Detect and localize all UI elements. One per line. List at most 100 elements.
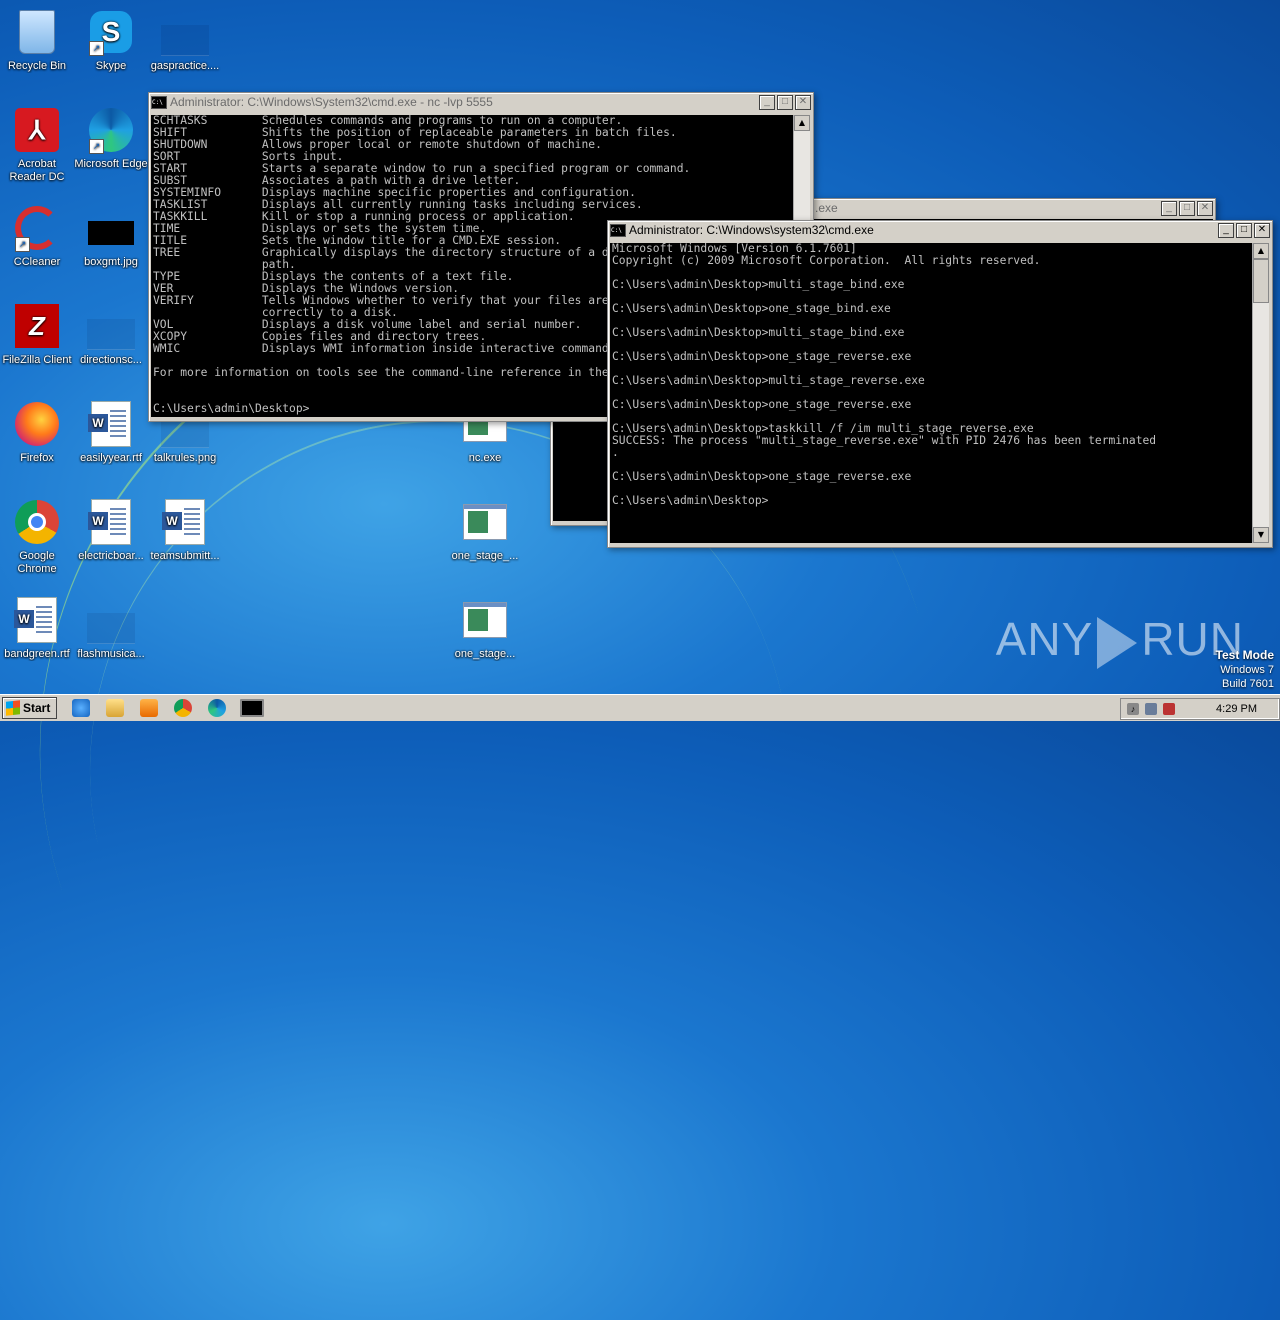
desktop-icon-acrobat[interactable]: ⅄ Acrobat Reader DC — [0, 106, 74, 184]
vertical-scrollbar[interactable]: ▲ ▼ — [1252, 243, 1269, 543]
scroll-up-button[interactable]: ▲ — [1253, 243, 1269, 259]
test-mode-line1: Test Mode — [1215, 648, 1274, 662]
anyrun-watermark: ANY RUN — [996, 612, 1244, 669]
desktop-icon-label: Firefox — [20, 452, 54, 464]
desktop-icon-label: bandgreen.rtf — [4, 648, 70, 660]
desktop-icon-label: FileZilla Client — [2, 354, 72, 366]
recycle-bin-icon — [19, 10, 55, 54]
desktop-icon-one-stage-2[interactable]: one_stage... — [448, 596, 522, 661]
watermark-left: ANY — [995, 613, 1094, 665]
desktop-icon-label: nc.exe — [468, 452, 502, 464]
desktop-icon-boxgmt[interactable]: boxgmt.jpg — [74, 204, 148, 269]
close-button[interactable]: ✕ — [795, 94, 811, 110]
start-button[interactable]: Start — [2, 697, 58, 719]
desktop-icon-filezilla[interactable]: Z FileZilla Client — [0, 302, 74, 367]
word-document-icon: W — [14, 597, 57, 643]
desktop-icon-electricboar[interactable]: W electricboar... — [74, 498, 148, 563]
test-mode-line3: Build 7601 — [1222, 678, 1274, 690]
system-tray: ♪ 4:29 PM — [1120, 698, 1280, 720]
desktop-icon-label: Skype — [95, 60, 127, 72]
desktop-icon-label: electricboar... — [78, 550, 144, 562]
desktop-icon-bandgreen[interactable]: W bandgreen.rtf — [0, 596, 74, 661]
file-icon — [161, 24, 209, 56]
desktop-icon-flashmusica[interactable]: flashmusica... — [74, 596, 148, 661]
desktop-icon-label: easilyyear.rtf — [80, 452, 142, 464]
scroll-down-button[interactable]: ▼ — [1253, 527, 1269, 543]
volume-icon[interactable]: ♪ — [1127, 703, 1139, 715]
test-mode-line2: Windows 7 — [1220, 664, 1274, 676]
desktop-icon-label: directionsc... — [80, 354, 142, 366]
executable-icon — [463, 602, 507, 638]
desktop-icon-skype[interactable]: S ↗ Skype — [74, 8, 148, 73]
desktop-icon-recycle-bin[interactable]: Recycle Bin — [0, 8, 74, 73]
desktop-icon-label: teamsubmitt... — [150, 550, 220, 562]
cmd-icon: C:\ — [151, 95, 167, 109]
window-titlebar[interactable]: C:\ Administrator: C:\Windows\system32\c… — [608, 221, 1272, 239]
desktop-icon-firefox[interactable]: Firefox — [0, 400, 74, 465]
image-file-icon — [88, 221, 134, 245]
minimize-button[interactable]: _ — [1161, 200, 1177, 216]
windows-logo-icon — [6, 700, 20, 716]
desktop-icon-chrome[interactable]: Google Chrome — [0, 498, 74, 576]
file-icon — [87, 612, 135, 644]
desktop-icon-one-stage-1[interactable]: one_stage_... — [448, 498, 522, 563]
play-icon — [1097, 616, 1138, 669]
desktop-icon-label: Google Chrome — [17, 550, 57, 575]
desktop-icon-label: flashmusica... — [77, 648, 145, 660]
cmd-icon[interactable] — [240, 699, 265, 717]
shortcut-arrow-icon: ↗ — [89, 139, 104, 154]
desktop-icon-ccleaner[interactable]: ↗ CCleaner — [0, 204, 74, 269]
chrome-icon[interactable] — [174, 699, 193, 717]
desktop-icon-easilyyear[interactable]: W easilyyear.rtf — [74, 400, 148, 465]
scroll-up-button[interactable]: ▲ — [794, 115, 810, 131]
clock[interactable]: 4:29 PM — [1216, 703, 1257, 715]
window-titlebar[interactable]: C:\ Administrator: C:\Windows\System32\c… — [149, 93, 813, 111]
window-title: .exe — [815, 201, 838, 215]
desktop-icon-label: boxgmt.jpg — [84, 256, 138, 268]
filezilla-icon: Z — [15, 304, 59, 348]
minimize-button[interactable]: _ — [1218, 222, 1234, 238]
maximize-button[interactable]: □ — [1179, 200, 1195, 216]
desktop-icon-edge[interactable]: ↗ Microsoft Edge — [74, 106, 148, 171]
maximize-button[interactable]: □ — [1236, 222, 1252, 238]
close-button[interactable]: ✕ — [1254, 222, 1270, 238]
word-document-icon: W — [88, 401, 131, 447]
start-label: Start — [23, 701, 51, 715]
desktop-icon-label: Microsoft Edge — [74, 158, 148, 170]
acrobat-icon: ⅄ — [15, 108, 59, 152]
desktop-icon-label: CCleaner — [13, 256, 61, 268]
desktop-icon-label: talkrules.png — [153, 452, 217, 464]
edge-icon[interactable] — [208, 699, 227, 717]
desktop-icon-label: Acrobat Reader DC — [9, 158, 65, 183]
firefox-icon — [15, 402, 59, 446]
executable-icon — [463, 504, 507, 540]
close-button[interactable]: ✕ — [1197, 200, 1213, 216]
minimize-button[interactable]: _ — [759, 94, 775, 110]
network-icon[interactable] — [1145, 703, 1157, 715]
window-title: Administrator: C:\Windows\system32\cmd.e… — [629, 223, 874, 237]
test-mode-notice: Test Mode Windows 7 Build 7601 — [1216, 648, 1274, 691]
desktop-icon-teamsubmitt[interactable]: W teamsubmitt... — [148, 498, 222, 563]
explorer-icon[interactable] — [106, 699, 125, 717]
shortcut-arrow-icon: ↗ — [15, 237, 30, 252]
cmd-window-active[interactable]: C:\ Administrator: C:\Windows\system32\c… — [607, 220, 1273, 548]
taskbar: Start ♪ 4:29 PM — [0, 694, 1280, 721]
word-document-icon: W — [162, 499, 205, 545]
console-output[interactable]: Microsoft Windows [Version 6.1.7601] Cop… — [610, 243, 1254, 543]
desktop-icon-label: gaspractice.... — [150, 60, 220, 72]
desktop-icon-label: one_stage... — [454, 648, 516, 660]
flag-icon[interactable] — [1163, 703, 1175, 715]
maximize-button[interactable]: □ — [777, 94, 793, 110]
chrome-icon — [15, 500, 59, 544]
media-player-icon[interactable] — [140, 699, 159, 717]
desktop-icon-label: Recycle Bin — [7, 60, 67, 72]
desktop-icon-directionsc[interactable]: directionsc... — [74, 302, 148, 367]
window-title: Administrator: C:\Windows\System32\cmd.e… — [170, 95, 493, 109]
word-document-icon: W — [88, 499, 131, 545]
cmd-icon: C:\ — [610, 223, 626, 237]
scroll-thumb[interactable] — [1253, 259, 1269, 303]
ie-icon[interactable] — [72, 699, 91, 717]
desktop-icon-gaspractice[interactable]: gaspractice.... — [148, 8, 222, 73]
desktop-icon-label: one_stage_... — [451, 550, 519, 562]
shortcut-arrow-icon: ↗ — [89, 41, 104, 56]
